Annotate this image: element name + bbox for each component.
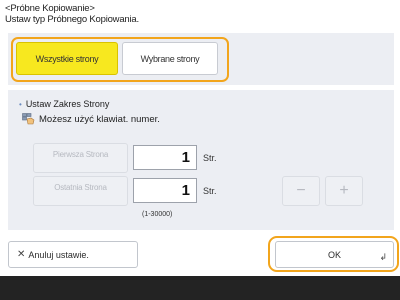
last-page-unit: Str. — [203, 186, 217, 196]
page-range-title-text: Ustaw Zakres Strony — [25, 99, 110, 109]
page-range-title: • Ustaw Zakres Strony — [19, 99, 109, 109]
all-pages-button[interactable]: Wszystkie strony — [16, 42, 118, 75]
screen-instruction: Ustaw typ Próbnego Kopiowania. — [5, 14, 139, 25]
selected-pages-button[interactable]: Wybrane strony — [122, 42, 218, 75]
screen-header: <Próbne Kopiowanie> Ustaw typ Próbnego K… — [5, 3, 139, 25]
plus-button[interactable]: + — [325, 176, 363, 206]
confirm-corner-icon: ↲ — [379, 252, 387, 262]
last-page-button[interactable]: Ostatnia Strona — [33, 176, 128, 206]
keypad-hand-icon — [22, 113, 35, 125]
ok-label: OK — [327, 249, 341, 260]
page-range-limits: (1-30000) — [142, 211, 173, 218]
bottom-status-bar — [0, 276, 400, 300]
minus-button[interactable]: − — [282, 176, 320, 206]
keypad-hint: Możesz użyć klawiat. numer. — [22, 113, 160, 125]
last-page-input[interactable]: 1 — [133, 178, 197, 203]
cancel-settings-button[interactable]: ✕ Anuluj ustawie. — [8, 241, 138, 268]
keypad-hint-text: Możesz użyć klawiat. numer. — [39, 113, 160, 125]
close-icon: ✕ — [17, 249, 26, 260]
cancel-settings-label: Anuluj ustawie. — [28, 249, 89, 260]
ok-button[interactable]: OK ↲ — [275, 241, 394, 268]
first-page-unit: Str. — [203, 153, 217, 163]
first-page-button[interactable]: Pierwsza Strona — [33, 143, 128, 173]
screen-title: <Próbne Kopiowanie> — [5, 3, 95, 14]
bullet-icon: • — [19, 100, 22, 109]
first-page-input[interactable]: 1 — [133, 145, 197, 170]
